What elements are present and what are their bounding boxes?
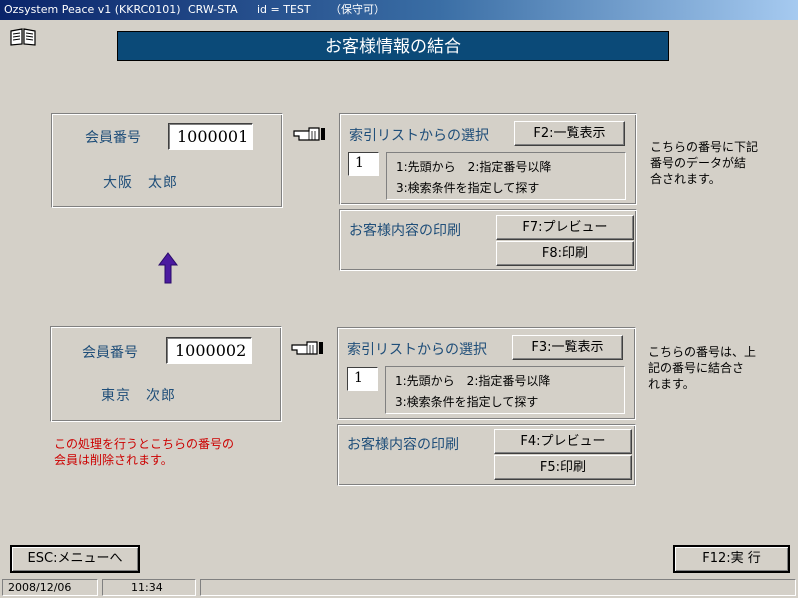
- user-id-label: id = TEST: [257, 3, 311, 16]
- status-date: 2008/12/06: [2, 579, 98, 596]
- upper-option-field[interactable]: 1: [348, 152, 379, 176]
- upper-print-label: お客様内容の印刷: [349, 223, 461, 239]
- lower-member-label: 会員番号: [82, 345, 138, 361]
- lower-print-label: お客様内容の印刷: [347, 437, 459, 453]
- lower-option-line1: 1:先頭から 2:指定番号以降: [395, 374, 551, 388]
- delete-warning-line1: この処理を行うとこちらの番号の: [54, 437, 235, 451]
- pointing-hand-icon: [291, 341, 323, 355]
- upper-member-label: 会員番号: [85, 130, 141, 146]
- upper-note-line3: 合されます。: [650, 172, 721, 186]
- upper-note-line1: こちらの番号に下記: [650, 140, 759, 154]
- pointing-hand-icon: [293, 127, 325, 141]
- status-bar: 2008/12/06 11:34: [0, 577, 798, 598]
- lower-preview-button[interactable]: F4:プレビュー: [494, 429, 632, 454]
- upper-options-box: 1:先頭から 2:指定番号以降 3:検索条件を指定して探す: [386, 152, 626, 200]
- lower-note-line2: 記の番号に結合さ: [648, 361, 745, 375]
- station-label: CRW-STA: [188, 3, 238, 16]
- lower-option-field[interactable]: 1: [347, 367, 378, 391]
- window-titlebar: Ozsystem Peace v1 (KKRC0101) CRW-STA id …: [0, 0, 798, 20]
- mode-label: （保守可）: [330, 3, 385, 16]
- lower-list-button[interactable]: F3:一覧表示: [512, 335, 623, 360]
- lower-note-line1: こちらの番号は、上: [648, 345, 757, 359]
- lower-note: こちらの番号は、上 記の番号に結合さ れます。: [648, 344, 756, 392]
- upper-note: こちらの番号に下記 番号のデータが結 合されます。: [650, 139, 758, 187]
- esc-menu-button[interactable]: ESC:メニューへ: [10, 545, 140, 573]
- lower-note-line3: れます。: [648, 377, 695, 391]
- lower-member-name: 東京 次郎: [101, 388, 176, 404]
- delete-warning-line2: 会員は削除されます。: [54, 453, 173, 467]
- upper-option-line1: 1:先頭から 2:指定番号以降: [396, 160, 552, 174]
- upper-index-select-label: 索引リストからの選択: [349, 128, 489, 144]
- execute-button[interactable]: F12:実 行: [673, 545, 790, 573]
- lower-index-select-label: 索引リストからの選択: [347, 342, 487, 358]
- status-time: 11:34: [102, 579, 196, 596]
- page-title: お客様情報の結合: [117, 31, 669, 61]
- upper-member-name: 大阪 太郎: [103, 175, 178, 191]
- upper-note-line2: 番号のデータが結: [650, 156, 747, 170]
- upper-option-line2: 3:検索条件を指定して探す: [396, 181, 540, 195]
- book-icon[interactable]: [10, 28, 36, 46]
- lower-option-line2: 3:検索条件を指定して探す: [395, 395, 539, 409]
- upper-member-number-field[interactable]: 1000001: [168, 123, 253, 150]
- delete-warning: この処理を行うとこちらの番号の 会員は削除されます。: [54, 436, 234, 468]
- upper-preview-button[interactable]: F7:プレビュー: [496, 215, 634, 240]
- lower-print-button[interactable]: F5:印刷: [494, 455, 632, 480]
- lower-member-number-field[interactable]: 1000002: [166, 337, 252, 364]
- lower-options-box: 1:先頭から 2:指定番号以降 3:検索条件を指定して探す: [385, 366, 625, 414]
- status-message: [200, 579, 796, 596]
- app-title: Ozsystem Peace v1 (KKRC0101): [4, 3, 181, 16]
- upper-list-button[interactable]: F2:一覧表示: [514, 121, 625, 146]
- merge-up-arrow-icon: [158, 252, 178, 284]
- upper-print-button[interactable]: F8:印刷: [496, 241, 634, 266]
